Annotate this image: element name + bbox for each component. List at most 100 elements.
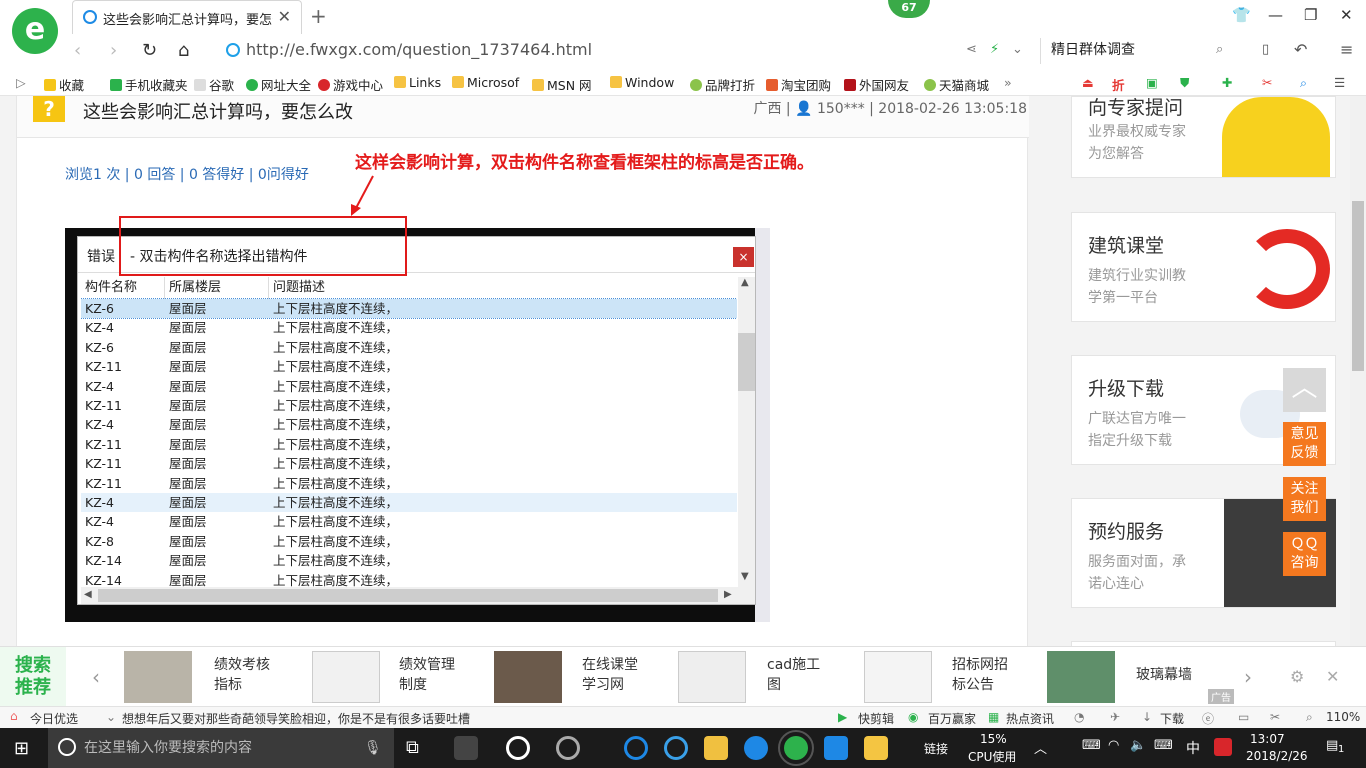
mobile-icon[interactable]: ▯: [1262, 42, 1269, 57]
recommend-thumb[interactable]: [1047, 651, 1115, 703]
volume-icon[interactable]: 🔈: [1130, 738, 1146, 753]
close-tab-icon[interactable]: ✕: [278, 7, 291, 26]
news-headline[interactable]: 想想年后又要对那些奇葩领导笑脸相迎，你是不是有很多话要吐槽: [122, 710, 470, 727]
recommend-thumb[interactable]: [124, 651, 192, 703]
vertical-scrollbar[interactable]: [738, 277, 755, 587]
ie-mode-icon[interactable]: ⓔ: [1202, 710, 1214, 727]
table-row[interactable]: KZ-11 屋面层 上下层柱高度不连续，: [81, 435, 737, 454]
feedback-button[interactable]: 意见 反馈: [1283, 422, 1326, 466]
recommend-thumb[interactable]: [494, 651, 562, 703]
question-screenshot[interactable]: 错误 - 双击构件名称选择出错构件 × 构件名称 所属楼层 问题描述 KZ-6 屋…: [65, 216, 770, 622]
quick-clip[interactable]: 快剪辑: [858, 710, 894, 727]
next-icon[interactable]: ›: [1244, 665, 1252, 689]
follow-us-button[interactable]: 关注 我们: [1283, 477, 1326, 521]
edge-icon[interactable]: [506, 736, 530, 760]
forward-icon[interactable]: ›: [110, 40, 117, 61]
table-row[interactable]: KZ-14 屋面层 上下层柱高度不连续，: [81, 571, 737, 587]
clock-time[interactable]: 13:07: [1250, 732, 1285, 746]
table-row[interactable]: KZ-14 屋面层 上下层柱高度不连续，: [81, 551, 737, 570]
fav-item[interactable]: Links: [394, 75, 441, 90]
window-icon[interactable]: ▭: [1238, 710, 1249, 724]
edge-browser-icon[interactable]: [624, 736, 648, 760]
active-browser-icon[interactable]: [778, 730, 814, 766]
sidebar-toggle-icon[interactable]: ▷: [16, 75, 26, 90]
fav-item[interactable]: 品牌打折: [690, 75, 755, 94]
qq-consult-button[interactable]: ＱＱ 咨询: [1283, 532, 1326, 576]
app-g-icon[interactable]: [744, 736, 768, 760]
address-bar[interactable]: http://e.fwxgx.com/question_1737464.html: [226, 40, 986, 64]
restore-button[interactable]: ❐: [1304, 6, 1317, 24]
ext-cut-icon[interactable]: ✂: [1262, 75, 1272, 90]
menu-icon[interactable]: ≡: [1340, 40, 1353, 59]
table-row[interactable]: KZ-4 屋面层 上下层柱高度不连续，: [81, 318, 737, 337]
new-tab-button[interactable]: +: [310, 4, 327, 28]
recommend-thumb[interactable]: [864, 651, 932, 703]
link-label[interactable]: 链接: [924, 740, 948, 757]
close-window-button[interactable]: ✕: [1340, 6, 1353, 24]
network-icon[interactable]: ⌨: [1082, 738, 1101, 753]
fav-item[interactable]: 天猫商城: [924, 75, 989, 94]
table-row[interactable]: KZ-11 屋面层 上下层柱高度不连续，: [81, 474, 737, 493]
table-row[interactable]: KZ-11 屋面层 上下层柱高度不连续，: [81, 357, 737, 376]
table-row[interactable]: KZ-4 屋面层 上下层柱高度不连续，: [81, 493, 737, 513]
column-header[interactable]: 构件名称: [81, 277, 165, 299]
dialog-close-button[interactable]: ×: [733, 247, 754, 267]
clock-date[interactable]: 2018/2/26: [1246, 749, 1308, 763]
undo-icon[interactable]: ↶: [1294, 40, 1307, 59]
recommend-item[interactable]: 招标网招 标公告: [952, 655, 1008, 695]
recommend-item[interactable]: cad施工 图: [767, 655, 820, 695]
back-to-top-button[interactable]: ︿: [1283, 368, 1326, 412]
scroll-right-icon[interactable]: ▶: [724, 589, 732, 600]
file-explorer-icon[interactable]: [704, 736, 728, 760]
vertical-scroll-thumb[interactable]: [738, 333, 755, 391]
ext-vote-icon[interactable]: ⏏: [1082, 75, 1094, 90]
ext-search-icon[interactable]: ⌕: [1300, 75, 1307, 91]
browser-tab[interactable]: 这些会影响汇总计算吗，要怎么改 ✕: [72, 0, 302, 34]
ext-translate-icon[interactable]: ✚: [1222, 75, 1232, 90]
recommend-item[interactable]: 绩效管理 制度: [399, 655, 455, 695]
chevron-down-icon[interactable]: ⌄: [1012, 42, 1023, 57]
ext-menu-icon[interactable]: ☰: [1334, 75, 1345, 90]
notes-icon[interactable]: [864, 736, 888, 760]
fav-item[interactable]: MSN 网: [532, 75, 592, 94]
ext-shield-icon[interactable]: ⛊: [1180, 75, 1189, 91]
prev-icon[interactable]: ‹: [92, 665, 100, 689]
column-header[interactable]: 所属楼层: [165, 277, 269, 299]
pinned-app-icon[interactable]: [454, 736, 478, 760]
shirt-icon[interactable]: 👕: [1232, 6, 1251, 24]
fav-item[interactable]: 收藏: [44, 75, 84, 94]
task-view-icon[interactable]: ⧉: [406, 737, 419, 758]
fav-item[interactable]: 淘宝团购: [766, 75, 831, 94]
fav-item[interactable]: Window: [610, 75, 674, 90]
speed-icon[interactable]: ◔: [1074, 710, 1084, 724]
refresh-icon[interactable]: ↻: [142, 40, 157, 61]
notification-badge[interactable]: 67: [888, 0, 930, 18]
recommend-thumb[interactable]: [312, 651, 380, 703]
pin-icon[interactable]: ✈: [1110, 710, 1120, 724]
sidebar-card-classroom[interactable]: 建筑课堂 建筑行业实训教 学第一平台: [1071, 212, 1336, 322]
page-scroll-thumb[interactable]: [1352, 201, 1364, 371]
zoom-level[interactable]: 110%: [1326, 710, 1360, 724]
keyboard-icon[interactable]: ⌨: [1154, 738, 1173, 753]
back-icon[interactable]: ‹: [74, 40, 81, 61]
flash-icon[interactable]: ⚡: [990, 42, 999, 57]
table-row[interactable]: KZ-4 屋面层 上下层柱高度不连续，: [81, 377, 737, 396]
table-row[interactable]: KZ-11 屋面层 上下层柱高度不连续，: [81, 396, 737, 415]
tray-expand-icon[interactable]: ︿: [1034, 738, 1047, 757]
table-row[interactable]: KZ-6 屋面层 上下层柱高度不连续，: [81, 297, 737, 320]
fav-item[interactable]: 外国网友: [844, 75, 909, 94]
ext-book-icon[interactable]: ▣: [1146, 75, 1158, 90]
sidebar-card-expert[interactable]: 向专家提问 业界最权威专家 为您解答: [1071, 96, 1336, 178]
column-header[interactable]: 问题描述: [269, 277, 737, 299]
recommend-item[interactable]: 在线课堂 学习网: [582, 655, 638, 695]
settings-gear-icon[interactable]: ⚙: [1290, 667, 1304, 686]
table-row[interactable]: KZ-6 屋面层 上下层柱高度不连续，: [81, 338, 737, 357]
download-link[interactable]: 下载: [1160, 710, 1184, 727]
taskbar-search-input[interactable]: 在这里输入你要搜索的内容 🎙: [48, 728, 394, 768]
fav-item[interactable]: 游戏中心: [318, 75, 383, 94]
more-favorites-icon[interactable]: »: [1004, 75, 1012, 90]
scroll-left-icon[interactable]: ◀: [84, 589, 92, 600]
close-recommend-icon[interactable]: ✕: [1326, 667, 1339, 686]
chevron-down-icon[interactable]: ⌄: [106, 710, 116, 724]
table-row[interactable]: KZ-8 屋面层 上下层柱高度不连续，: [81, 532, 737, 551]
